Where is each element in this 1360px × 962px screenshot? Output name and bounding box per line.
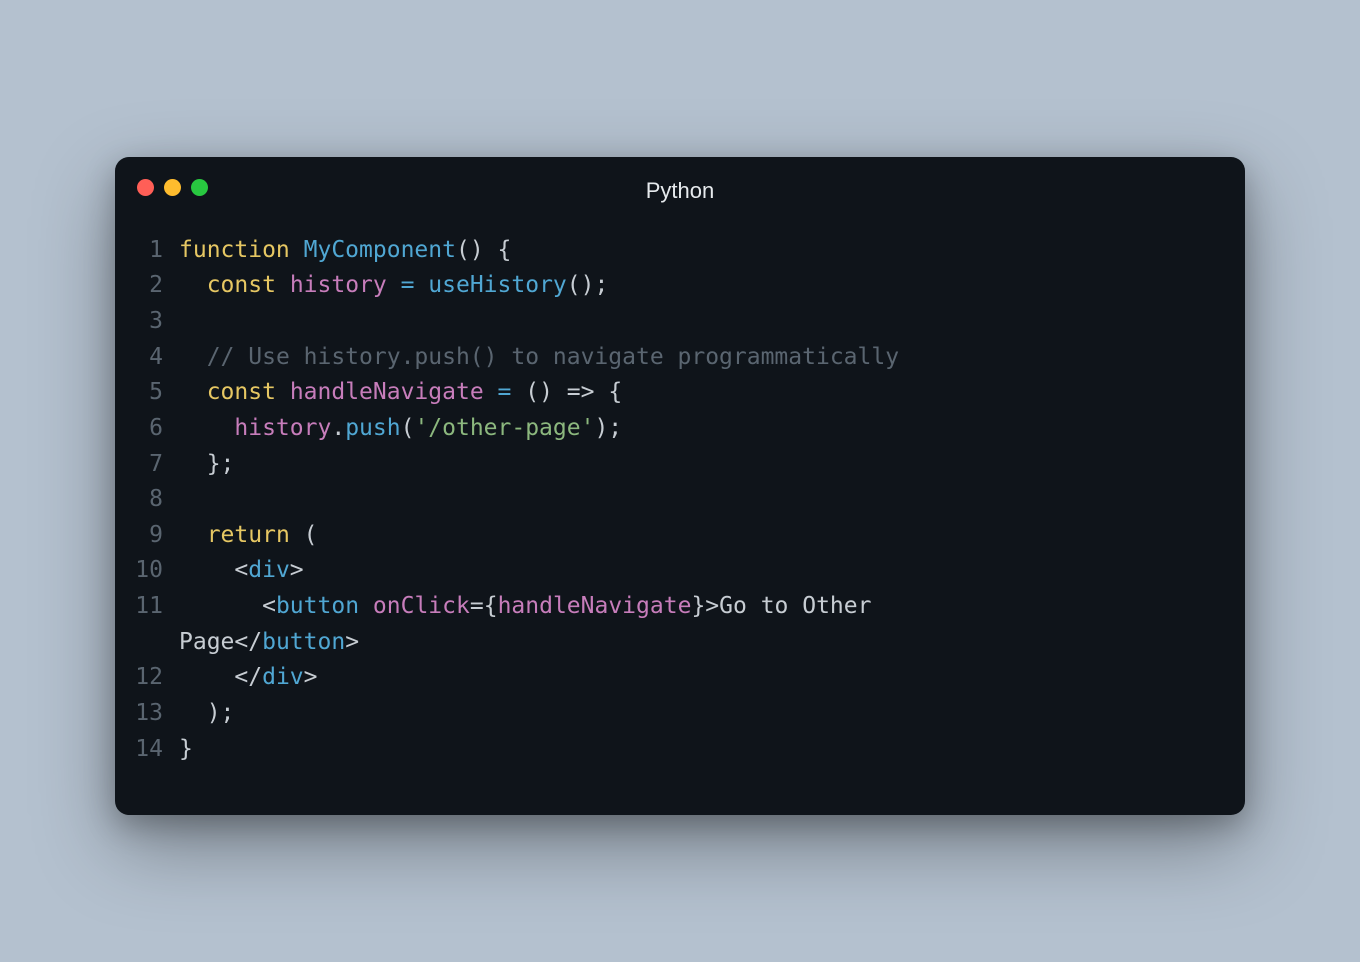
line-number: 12	[131, 660, 179, 696]
code-line: 5 const handleNavigate = () => {	[131, 375, 1217, 411]
code-line: 1 function MyComponent() {	[131, 233, 1217, 269]
line-number: 9	[131, 518, 179, 554]
code-content: };	[179, 447, 1217, 483]
code-line: 3	[131, 304, 1217, 340]
code-line: 11 <button onClick={handleNavigate}>Go t…	[131, 589, 1217, 660]
code-content: history.push('/other-page');	[179, 411, 1217, 447]
code-content: }	[179, 732, 1217, 768]
code-content: <div>	[179, 553, 1217, 589]
code-editor[interactable]: 1 function MyComponent() { 2 const histo…	[115, 215, 1245, 788]
line-number: 4	[131, 340, 179, 376]
code-line: 10 <div>	[131, 553, 1217, 589]
code-content: </div>	[179, 660, 1217, 696]
window-title: Python	[137, 178, 1223, 204]
code-line: 7 };	[131, 447, 1217, 483]
code-line: 14 }	[131, 732, 1217, 768]
line-number: 7	[131, 447, 179, 483]
line-number: 14	[131, 732, 179, 768]
line-number: 2	[131, 268, 179, 304]
line-number: 5	[131, 375, 179, 411]
minimize-icon[interactable]	[164, 179, 181, 196]
line-number: 11	[131, 589, 179, 660]
maximize-icon[interactable]	[191, 179, 208, 196]
line-number: 6	[131, 411, 179, 447]
code-content: const handleNavigate = () => {	[179, 375, 1217, 411]
line-number: 10	[131, 553, 179, 589]
code-content: );	[179, 696, 1217, 732]
close-icon[interactable]	[137, 179, 154, 196]
code-line: 2 const history = useHistory();	[131, 268, 1217, 304]
code-content: return (	[179, 518, 1217, 554]
code-content	[179, 482, 1217, 518]
code-content	[179, 304, 1217, 340]
line-number: 1	[131, 233, 179, 269]
window-controls	[137, 179, 208, 196]
line-number: 13	[131, 696, 179, 732]
code-line: 12 </div>	[131, 660, 1217, 696]
line-number: 3	[131, 304, 179, 340]
code-line: 6 history.push('/other-page');	[131, 411, 1217, 447]
code-line: 4 // Use history.push() to navigate prog…	[131, 340, 1217, 376]
code-content: // Use history.push() to navigate progra…	[179, 340, 1217, 376]
code-content: <button onClick={handleNavigate}>Go to O…	[179, 589, 1217, 660]
code-line: 9 return (	[131, 518, 1217, 554]
titlebar: Python	[115, 157, 1245, 215]
code-content: function MyComponent() {	[179, 233, 1217, 269]
line-number: 8	[131, 482, 179, 518]
code-content: const history = useHistory();	[179, 268, 1217, 304]
code-window: Python 1 function MyComponent() { 2 cons…	[115, 157, 1245, 816]
code-line: 13 );	[131, 696, 1217, 732]
code-line: 8	[131, 482, 1217, 518]
